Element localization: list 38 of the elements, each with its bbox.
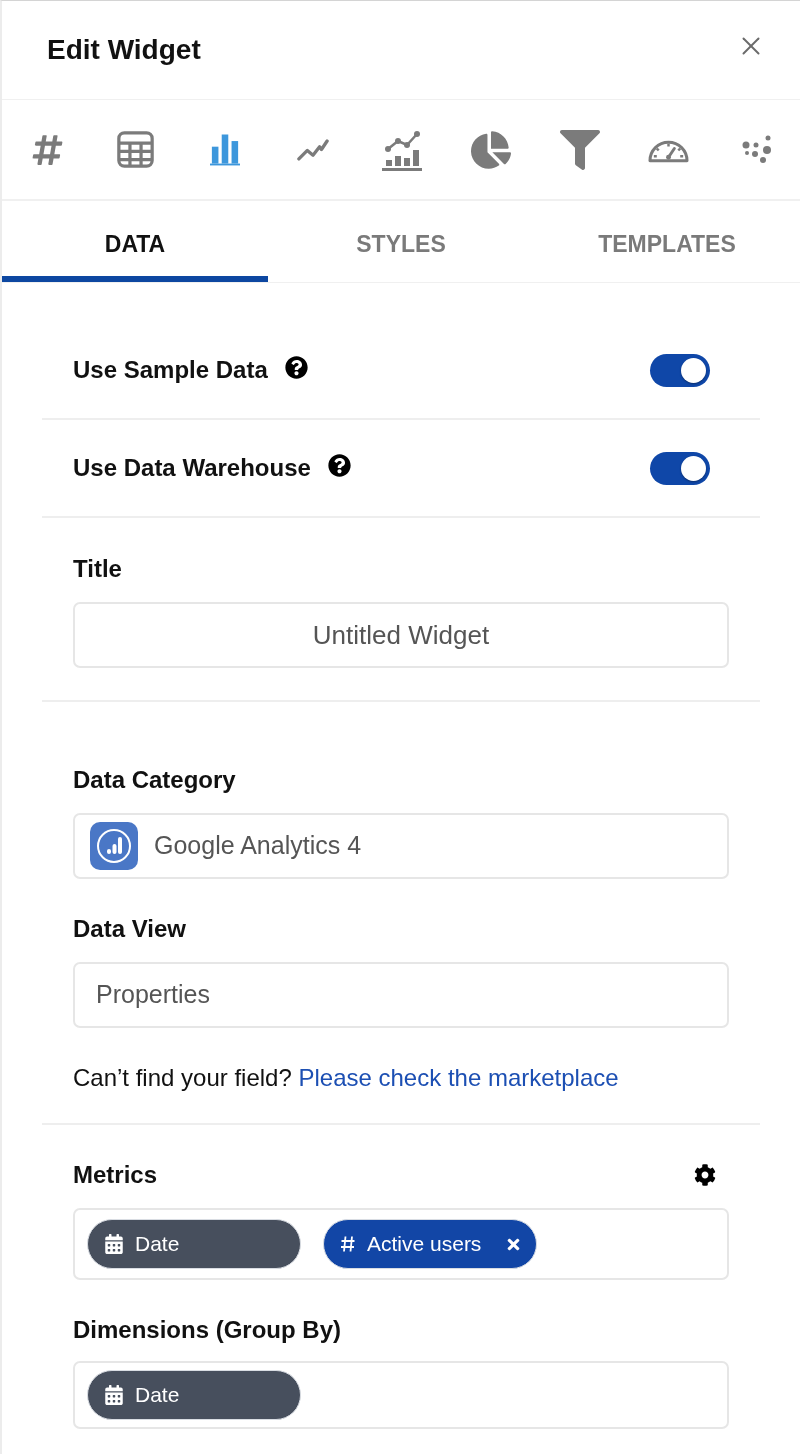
- field-label: Title: [73, 555, 122, 583]
- metrics-field[interactable]: Date Active users: [73, 1208, 729, 1280]
- toggle-label: Use Sample Data: [73, 355, 268, 385]
- calendar-icon: [105, 1385, 123, 1405]
- data-category-select[interactable]: Google Analytics 4: [73, 813, 729, 879]
- hash-icon: [341, 1236, 355, 1252]
- dimensions-field[interactable]: Date: [73, 1361, 729, 1429]
- tab[interactable]: DATA: [2, 201, 268, 282]
- metric-chip[interactable]: Active users: [323, 1219, 537, 1269]
- pie-chart-icon[interactable]: [470, 129, 511, 170]
- tab[interactable]: STYLES: [268, 201, 534, 282]
- field-label: Metrics: [73, 1161, 158, 1189]
- field-label: Dimensions (Group By): [73, 1316, 342, 1344]
- field-help-text: Can’t find your field? Please check the marketplace: [73, 1064, 619, 1092]
- title-input[interactable]: Untitled Widget: [73, 602, 729, 668]
- calendar-icon: [105, 1234, 123, 1254]
- line-chart-icon[interactable]: [297, 138, 330, 161]
- field-label: Data View: [73, 915, 186, 943]
- metric-chip[interactable]: Date: [87, 1219, 301, 1269]
- toggle-switch[interactable]: [650, 451, 710, 485]
- field-label: Data Category: [73, 766, 236, 794]
- bar-line-chart-icon[interactable]: [382, 128, 422, 171]
- help-icon[interactable]: [284, 355, 308, 379]
- toggle-switch[interactable]: [650, 353, 710, 387]
- panel-title: Edit Widget: [47, 33, 201, 67]
- scatter-dots-icon[interactable]: [742, 134, 772, 165]
- tab[interactable]: TEMPLATES: [534, 201, 800, 282]
- bar-chart-tile-icon: [90, 822, 138, 870]
- hash-icon[interactable]: [30, 132, 64, 167]
- table-icon[interactable]: [117, 131, 155, 168]
- marketplace-link[interactable]: Please check the marketplace: [298, 1064, 619, 1091]
- funnel-icon[interactable]: [559, 128, 600, 171]
- settings-icon[interactable]: [694, 1164, 716, 1186]
- toggle-label: Use Data Warehouse: [73, 453, 311, 483]
- data-view-select[interactable]: Properties: [73, 962, 729, 1028]
- help-icon[interactable]: [327, 453, 351, 477]
- bar-chart-icon[interactable]: [209, 133, 240, 166]
- dimension-chip[interactable]: Date: [87, 1370, 301, 1420]
